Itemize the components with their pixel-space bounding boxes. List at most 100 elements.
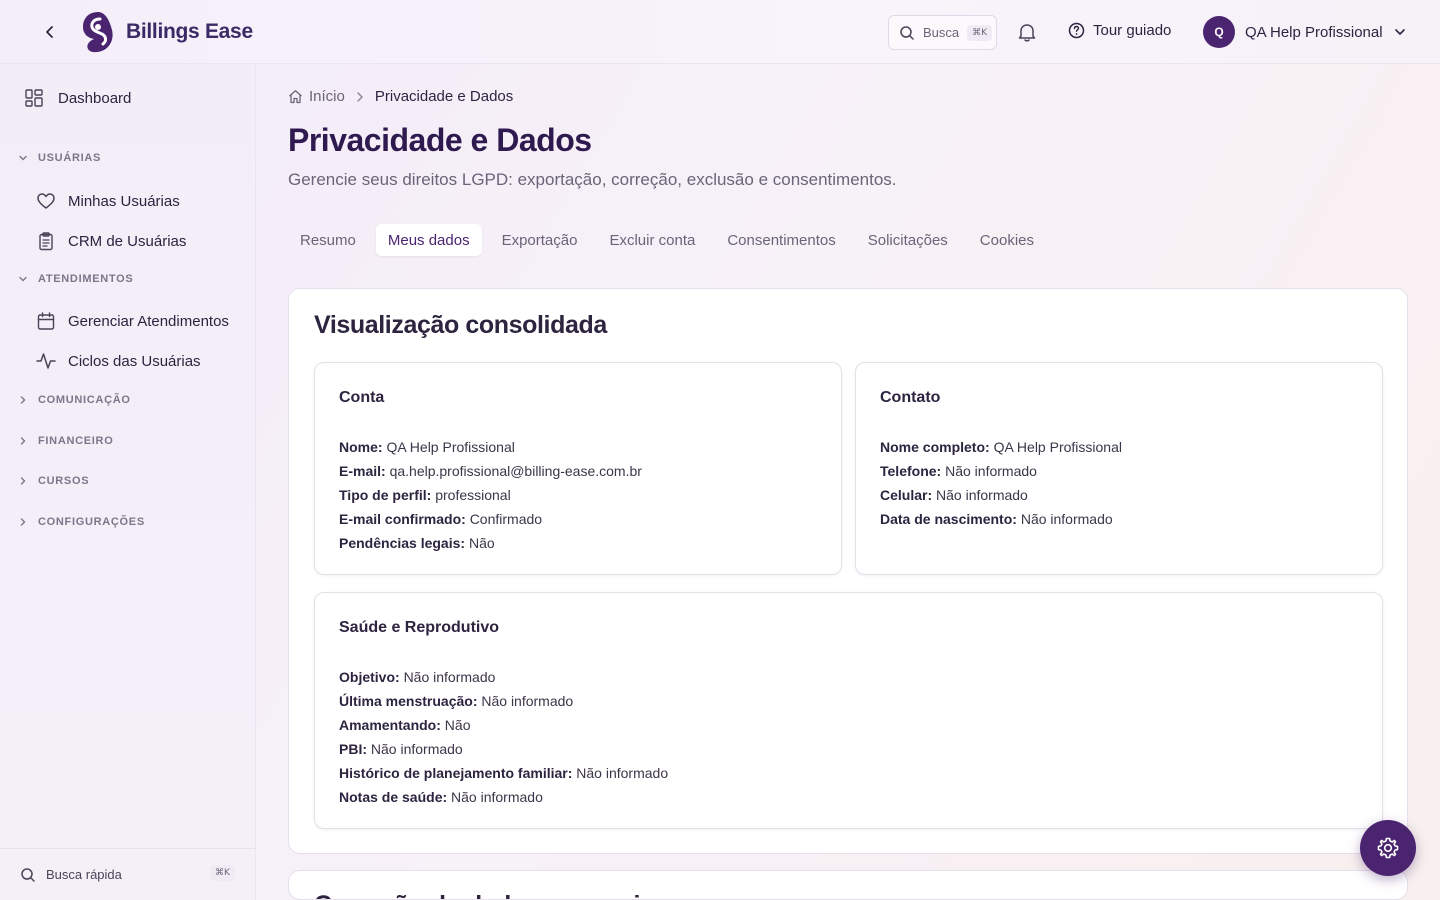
tab-consentimentos[interactable]: Consentimentos xyxy=(715,224,847,256)
page-title: Privacidade e Dados xyxy=(288,122,592,158)
card-fields: Nome: QA Help Profissional E-mail: qa.he… xyxy=(339,435,642,555)
quick-search-label: Busca rápida xyxy=(46,867,122,882)
field-row: PBI: Não informado xyxy=(339,741,463,757)
sidebar-group-label: CONFIGURAÇÕES xyxy=(38,516,145,528)
sidebar-group-label: USUÁRIAS xyxy=(38,152,102,164)
card-fields: Nome completo: QA Help Profissional Tele… xyxy=(880,435,1122,531)
chevron-right-icon xyxy=(357,91,363,102)
field-row: Data de nascimento: Não informado xyxy=(880,511,1113,527)
field-row: E-mail: qa.help.profissional@billing-eas… xyxy=(339,463,642,479)
chevron-down-icon xyxy=(19,155,27,161)
breadcrumb-home-label: Início xyxy=(309,88,345,105)
tab-exportacao[interactable]: Exportação xyxy=(490,224,590,256)
chevron-right-icon xyxy=(20,518,26,526)
search-icon xyxy=(900,25,914,40)
breadcrumb: Início Privacidade e Dados xyxy=(288,88,513,105)
sidebar-group-configuracoes[interactable]: CONFIGURAÇÕES xyxy=(18,516,145,528)
sidebar-group-label: FINANCEIRO xyxy=(38,435,114,447)
tab-bar: Resumo Meus dados Exportação Excluir con… xyxy=(288,224,1054,256)
quick-search[interactable]: Busca rápida ⌘K xyxy=(0,848,255,900)
sidebar: Dashboard USUÁRIAS Minhas Usuárias CRM d… xyxy=(0,64,256,900)
field-row: Tipo de perfil: professional xyxy=(339,487,511,503)
field-row: Última menstruação: Não informado xyxy=(339,693,574,709)
sidebar-group-financeiro[interactable]: FINANCEIRO xyxy=(18,435,113,447)
settings-fab-button[interactable] xyxy=(1360,820,1416,876)
sidebar-group-comunicacao[interactable]: COMUNICAÇÃO xyxy=(18,394,131,406)
sidebar-group-atendimentos[interactable]: ATENDIMENTOS xyxy=(18,273,133,285)
search-icon xyxy=(21,867,35,882)
chevron-right-icon xyxy=(20,396,26,404)
bell-icon xyxy=(1018,24,1036,42)
user-menu[interactable]: Q QA Help Profissional xyxy=(1203,16,1407,48)
breadcrumb-current: Privacidade e Dados xyxy=(374,88,514,105)
tab-meus-dados[interactable]: Meus dados xyxy=(375,224,482,256)
sidebar-item-label: Minhas Usuárias xyxy=(68,192,180,210)
card-fields: Objetivo: Não informado Última menstruaç… xyxy=(339,665,668,809)
field-row: E-mail confirmado: Confirmado xyxy=(339,511,543,527)
field-row: Amamentando: Não xyxy=(339,717,471,733)
card-conta: Conta Nome: QA Help Profissional E-mail:… xyxy=(314,362,842,575)
chevron-down-icon xyxy=(1394,29,1405,35)
brand-name: Billings Ease xyxy=(126,20,253,43)
field-row: Nome completo: QA Help Profissional xyxy=(880,439,1122,455)
chevron-right-icon xyxy=(20,477,26,485)
brand-logo-icon xyxy=(83,12,113,53)
tab-solicitacoes[interactable]: Solicitações xyxy=(856,224,960,256)
dashboard-grid-icon xyxy=(25,89,43,107)
notifications-button[interactable] xyxy=(1016,21,1038,43)
field-row: Pendências legais: Não xyxy=(339,535,495,551)
card-saude-reprodutivo: Saúde e Reprodutivo Objetivo: Não inform… xyxy=(314,592,1383,829)
tab-cookies[interactable]: Cookies xyxy=(968,224,1046,256)
sidebar-group-label: CURSOS xyxy=(38,475,90,487)
sidebar-item-gerenciar-atendimentos[interactable]: Gerenciar Atendimentos xyxy=(36,311,229,331)
sidebar-item-crm-usuarias[interactable]: CRM de Usuárias xyxy=(36,231,186,251)
global-search[interactable]: Busca ⌘K xyxy=(888,15,997,50)
guided-tour-label: Tour guiado xyxy=(1093,22,1172,39)
clipboard-icon xyxy=(39,232,53,251)
sidebar-group-usuarias[interactable]: USUÁRIAS xyxy=(18,152,101,164)
back-arrow-icon xyxy=(46,26,53,38)
sidebar-item-dashboard[interactable]: Dashboard xyxy=(24,88,131,108)
field-row: Nome: QA Help Profissional xyxy=(339,439,515,455)
sidebar-item-label: Dashboard xyxy=(58,89,132,107)
card-title: Saúde e Reprodutivo xyxy=(339,619,500,636)
user-name: QA Help Profissional xyxy=(1245,23,1383,41)
sidebar-item-label: CRM de Usuárias xyxy=(68,232,187,250)
data-correction-panel: Correção de dados pessoais xyxy=(288,870,1408,900)
home-icon xyxy=(289,90,302,104)
search-shortcut: ⌘K xyxy=(967,24,993,41)
sidebar-item-ciclos-usuarias[interactable]: Ciclos das Usuárias xyxy=(36,351,201,371)
guided-tour-button[interactable]: Tour guiado xyxy=(1068,22,1171,39)
brand[interactable]: Billings Ease xyxy=(80,10,253,54)
field-row: Notas de saúde: Não informado xyxy=(339,789,543,805)
card-title: Contato xyxy=(880,389,941,406)
breadcrumb-home[interactable]: Início xyxy=(288,88,345,105)
consolidated-view-panel: Visualização consolidada Conta Nome: QA … xyxy=(288,288,1408,854)
tab-resumo[interactable]: Resumo xyxy=(288,224,368,256)
back-button[interactable] xyxy=(38,20,62,44)
card-contato: Contato Nome completo: QA Help Profissio… xyxy=(855,362,1383,575)
sidebar-item-label: Ciclos das Usuárias xyxy=(68,352,201,370)
activity-icon xyxy=(36,353,56,369)
field-row: Objetivo: Não informado xyxy=(339,669,496,685)
sidebar-group-label: ATENDIMENTOS xyxy=(38,273,134,285)
sidebar-item-label: Gerenciar Atendimentos xyxy=(68,312,229,330)
quick-search-shortcut: ⌘K xyxy=(210,865,235,881)
field-row: Histórico de planejamento familiar: Não … xyxy=(339,765,669,781)
heart-icon xyxy=(37,193,55,209)
panel-title: Correção de dados pessoais xyxy=(314,891,654,899)
page-subtitle: Gerencie seus direitos LGPD: exportação,… xyxy=(288,170,897,189)
top-bar: Billings Ease Busca ⌘K Tour guiado Q QA … xyxy=(0,0,1440,64)
field-row: Telefone: Não informado xyxy=(880,463,1037,479)
chevron-down-icon xyxy=(19,276,27,282)
sidebar-group-label: COMUNICAÇÃO xyxy=(38,394,131,406)
sidebar-item-minhas-usuarias[interactable]: Minhas Usuárias xyxy=(36,191,180,211)
field-row: Celular: Não informado xyxy=(880,487,1028,503)
sidebar-group-cursos[interactable]: CURSOS xyxy=(18,475,89,487)
calendar-icon xyxy=(37,312,55,330)
gear-icon xyxy=(1377,837,1399,859)
tab-excluir-conta[interactable]: Excluir conta xyxy=(597,224,707,256)
panel-title: Visualização consolidada xyxy=(314,311,607,339)
search-label: Busca xyxy=(923,25,960,40)
help-circle-icon xyxy=(1068,22,1085,39)
